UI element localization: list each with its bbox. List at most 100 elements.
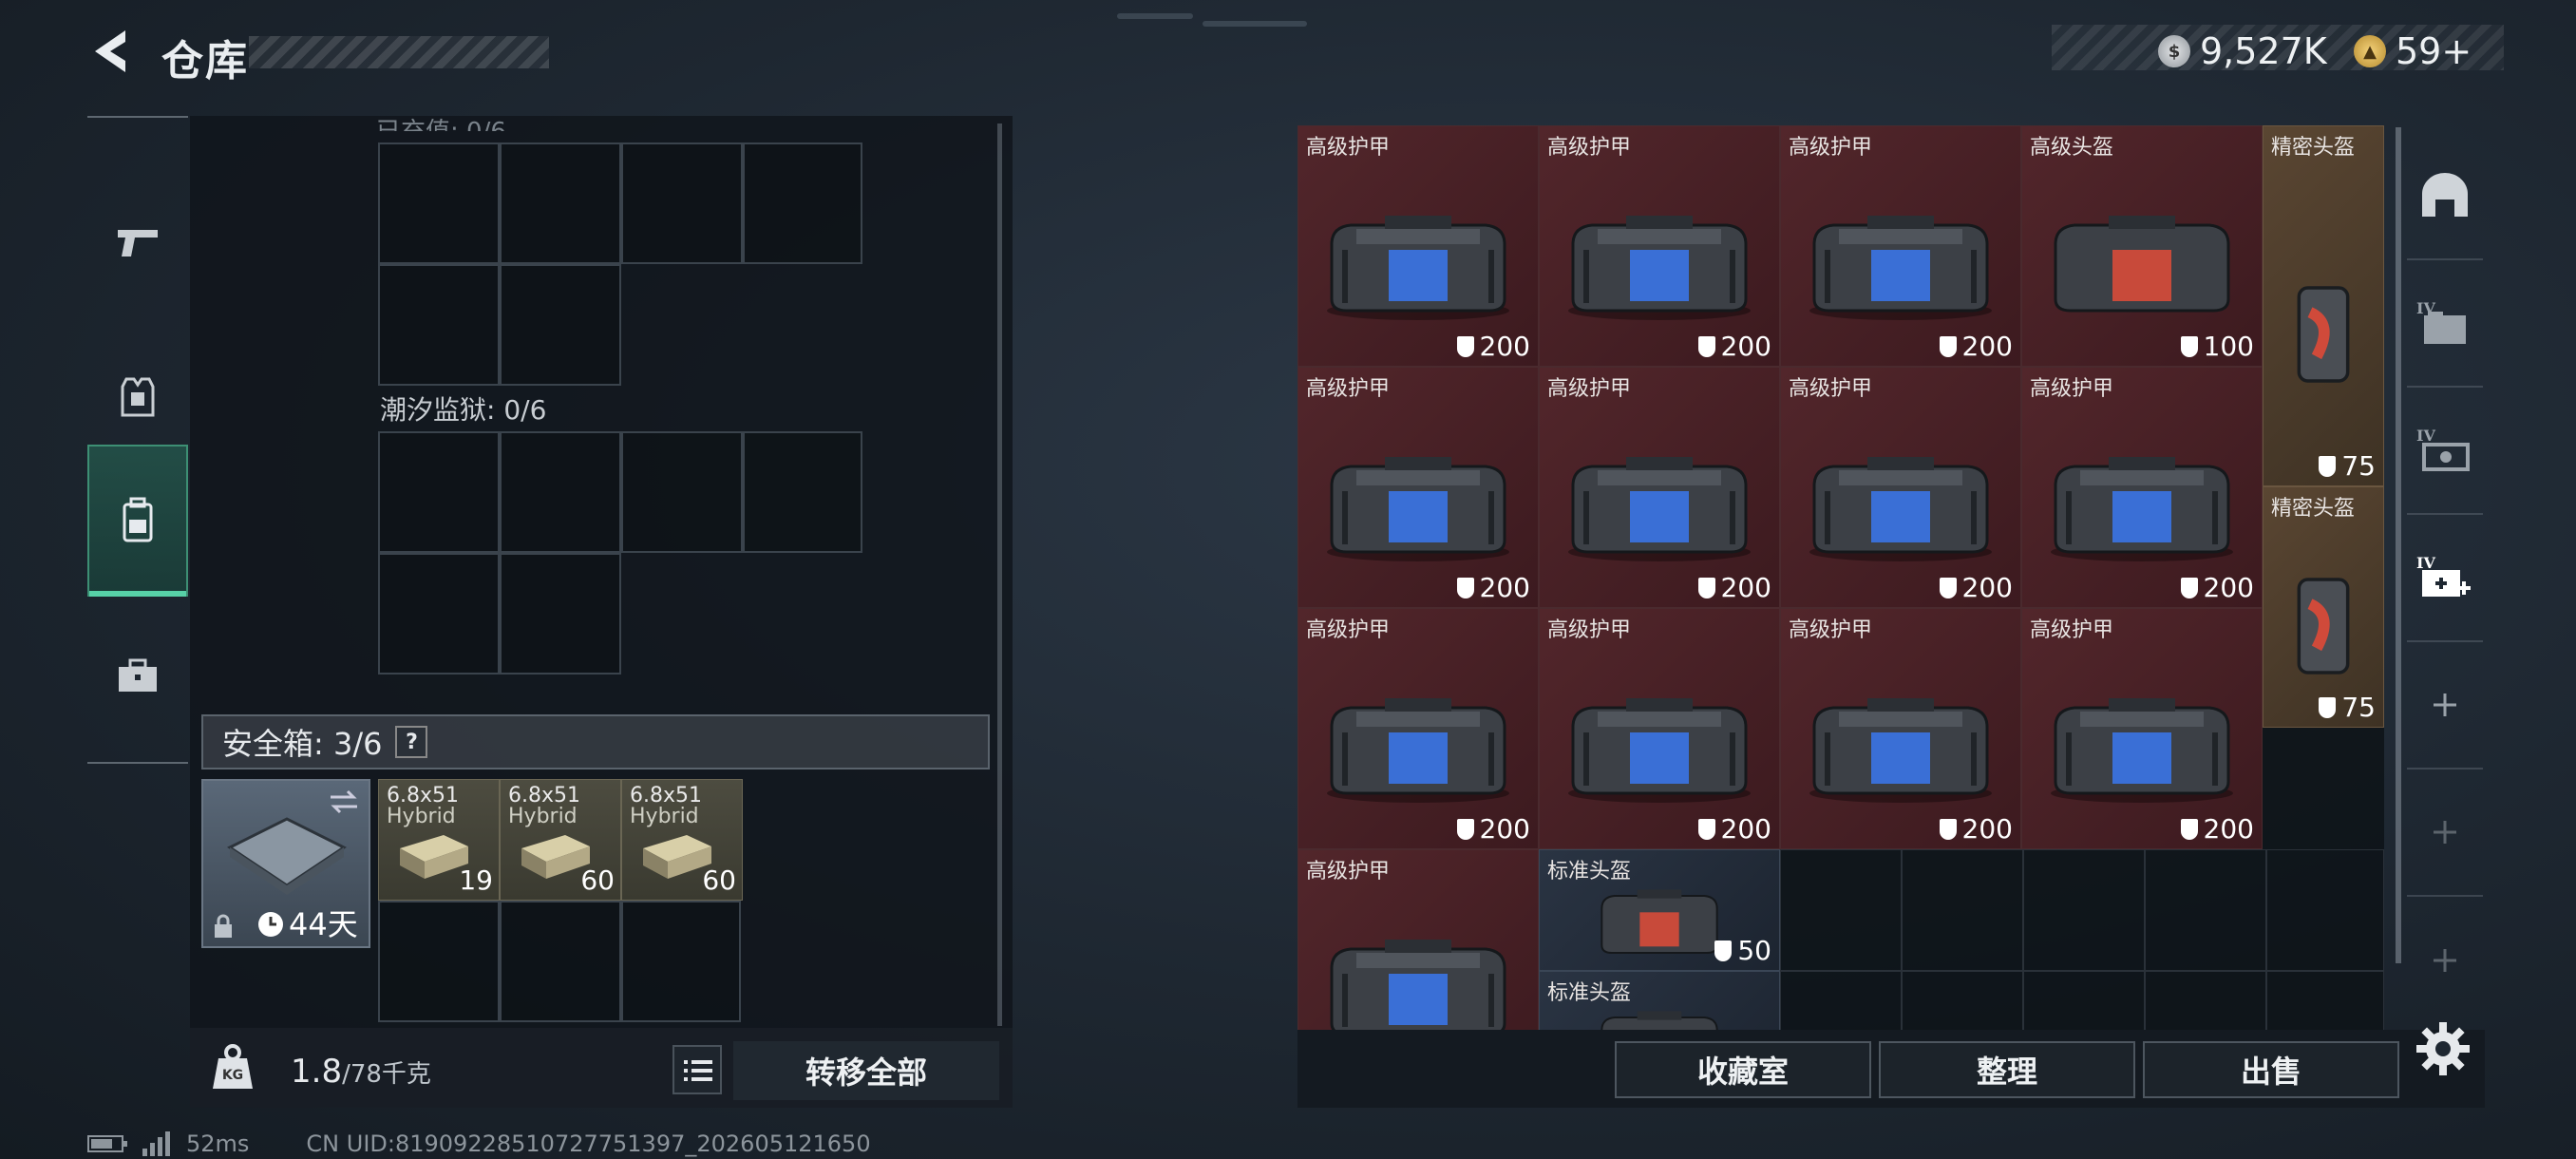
container-slot[interactable] [743, 142, 862, 264]
durability-value: 200 [1479, 813, 1530, 845]
container-slot[interactable] [621, 142, 743, 264]
warehouse-item[interactable]: 高级护甲 200 [1780, 608, 2021, 849]
collection-room-button[interactable]: 收藏室 [1615, 1041, 1871, 1098]
warehouse-item[interactable]: 高级护甲 200 [1297, 367, 1539, 608]
container-slot[interactable] [743, 431, 862, 553]
item-name: 高级护甲 [1306, 860, 1391, 884]
armor-bag-icon [1318, 932, 1518, 1030]
tool-medkit-iv[interactable]: IV [2407, 515, 2483, 642]
ammo-caliber: 6.8x51 [630, 784, 703, 808]
container-slot[interactable] [378, 431, 500, 553]
warehouse-item[interactable]: 高级护甲 200 [1539, 367, 1780, 608]
gold-currency[interactable]: ▲ 59+ [2354, 30, 2472, 72]
empty-slot[interactable] [2266, 971, 2384, 1030]
tab-weapons[interactable] [87, 165, 188, 317]
armor-vest-icon [121, 377, 155, 417]
tab-backpack[interactable] [87, 445, 188, 597]
ammo-item[interactable]: 6.8x51 Hybrid 60 [621, 779, 743, 901]
durability-shield-icon [1714, 940, 1733, 961]
empty-slot[interactable] [2023, 849, 2145, 971]
warehouse-item[interactable]: 高级护甲 200 [1539, 608, 1780, 849]
tool-add-slot[interactable] [2407, 897, 2483, 1024]
empty-slot[interactable] [1902, 849, 2023, 971]
durability-shield-icon [1456, 818, 1474, 840]
tool-add-slot[interactable] [2407, 642, 2483, 770]
gold-coin-icon: ▲ [2354, 35, 2386, 67]
container-slot[interactable] [500, 553, 621, 674]
container-slot[interactable] [378, 264, 500, 386]
tool-add-slot[interactable] [2407, 770, 2483, 897]
tool-helmet[interactable] [2407, 133, 2483, 260]
clock-icon [258, 912, 283, 937]
armor-bag-icon [2042, 691, 2242, 805]
silver-currency[interactable]: $ 9,527K [2158, 30, 2327, 72]
back-button[interactable] [87, 27, 135, 76]
empty-slot[interactable] [1902, 971, 2023, 1030]
swap-icon[interactable] [329, 788, 359, 815]
silver-coin-icon: $ [2158, 35, 2190, 67]
empty-slot[interactable] [2023, 971, 2145, 1030]
tool-case-iv[interactable]: IV [2407, 388, 2483, 515]
settings-gear-icon[interactable] [2413, 1018, 2473, 1079]
item-name: 高级头盔 [2030, 136, 2114, 160]
empty-slot[interactable] [2145, 849, 2266, 971]
item-name: 精密头盔 [2271, 497, 2356, 521]
warehouse-item[interactable]: 精密头盔 75 [2263, 486, 2384, 728]
armor-bag-icon [1801, 449, 2000, 563]
item-name: 精密头盔 [2271, 136, 2356, 160]
ammo-count: 19 [459, 864, 493, 896]
container-slot[interactable] [621, 431, 743, 553]
transfer-all-button[interactable]: 转移全部 [733, 1041, 999, 1100]
helmet-icon [2290, 277, 2357, 391]
warehouse-item[interactable]: 高级护甲 200 [2021, 367, 2263, 608]
container-slot[interactable] [500, 142, 621, 264]
item-durability: 200 [1939, 331, 2013, 362]
tool-folder-iv[interactable]: IV [2407, 260, 2483, 388]
sell-button[interactable]: 出售 [2143, 1041, 2399, 1098]
warehouse-item[interactable]: 标准头盔 50 [1539, 849, 1780, 971]
warehouse-item[interactable]: 高级护甲 200 [2021, 608, 2263, 849]
safebox-item[interactable]: 44天 [201, 779, 370, 948]
warehouse-item[interactable]: 高级护甲 200 [1297, 125, 1539, 367]
empty-slot[interactable] [2145, 971, 2266, 1030]
item-durability: 50 [1714, 935, 1771, 966]
status-bar: 52ms CN UID:81909228510727751397_2026051… [87, 1130, 871, 1157]
helmet-icon [1593, 884, 1726, 960]
item-name: 高级护甲 [1547, 618, 1632, 642]
item-durability: 200 [1456, 813, 1530, 845]
container-slot[interactable] [500, 264, 621, 386]
warehouse-item[interactable]: 高级护甲 200 [1539, 125, 1780, 367]
safebox-duration: 44天 [289, 906, 358, 942]
item-durability: 200 [2180, 813, 2254, 845]
battery-icon [87, 1135, 127, 1152]
container-slot[interactable] [500, 431, 621, 553]
warehouse-item[interactable]: 高级护甲 200 [1780, 367, 2021, 608]
safebox-slot[interactable] [500, 901, 621, 1022]
warehouse-item[interactable]: 高级护甲 [1297, 849, 1539, 1030]
warehouse-item[interactable]: 高级护甲 200 [1780, 125, 2021, 367]
container-slot[interactable] [378, 142, 500, 264]
tab-tools[interactable] [87, 600, 188, 752]
warehouse-item[interactable]: 标准头盔 [1539, 971, 1780, 1030]
ammo-type: Hybrid [630, 805, 699, 828]
help-button[interactable]: ? [395, 726, 428, 758]
safebox-slot[interactable] [621, 901, 741, 1022]
container-slot[interactable] [378, 553, 500, 674]
list-view-button[interactable] [672, 1045, 722, 1094]
warehouse-item[interactable]: 精密头盔 75 [2263, 125, 2384, 486]
durability-value: 200 [1720, 572, 1771, 603]
empty-slot[interactable] [1780, 849, 1902, 971]
warehouse-item[interactable]: 高级头盔 100 [2021, 125, 2263, 367]
durability-shield-icon [2319, 455, 2337, 477]
empty-slot[interactable] [1780, 971, 1902, 1030]
ammo-item[interactable]: 6.8x51 Hybrid 60 [500, 779, 621, 901]
warehouse-scrollbar[interactable] [2396, 127, 2401, 963]
warehouse-item[interactable]: 高级护甲 200 [1297, 608, 1539, 849]
ammo-item[interactable]: 6.8x51 Hybrid 19 [378, 779, 500, 901]
safebox-slot[interactable] [378, 901, 500, 1022]
sort-button[interactable]: 整理 [1879, 1041, 2135, 1098]
backpack-scrollbar[interactable] [997, 124, 1002, 1026]
durability-value: 200 [1479, 572, 1530, 603]
back-arrow-icon [95, 30, 125, 72]
empty-slot[interactable] [2266, 849, 2384, 971]
